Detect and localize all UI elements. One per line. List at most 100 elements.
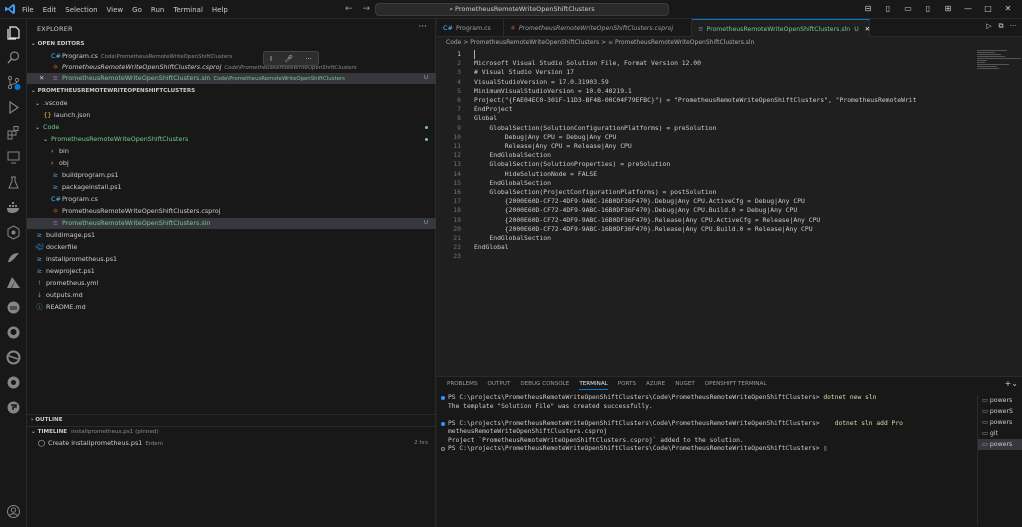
menu-run[interactable]: Run: [151, 6, 164, 14]
tab-openshift-terminal[interactable]: OPENSHIFT TERMINAL: [705, 381, 767, 390]
terminal-instance[interactable]: ▭ git: [978, 428, 1022, 439]
tree-file[interactable]: ↓ outputs.md: [27, 290, 436, 301]
openshift-serverless-icon[interactable]: [6, 400, 21, 415]
menu-edit[interactable]: Edit: [43, 6, 57, 14]
tree-file[interactable]: ≥ newproject.ps1: [27, 266, 436, 277]
breadcrumb-part[interactable]: PrometheusRemoteWriteOpenShiftClusters.s…: [615, 39, 754, 46]
minimize-icon[interactable]: —: [958, 2, 978, 16]
open-editors-header[interactable]: ⌄ OPEN EDITORS: [27, 39, 436, 50]
menu-help[interactable]: Help: [212, 6, 228, 14]
menu-go[interactable]: Go: [132, 6, 142, 14]
github-actions-icon[interactable]: [6, 250, 21, 265]
kubernetes-icon[interactable]: [6, 225, 21, 240]
terminal-output[interactable]: PS C:\projects\PrometheusRemoteWriteOpen…: [441, 394, 977, 454]
breadcrumb-part[interactable]: Code: [446, 39, 461, 46]
tree-file[interactable]: 🐳︎ dockerfile: [27, 242, 436, 253]
timeline-entry[interactable]: ◯ Create installprometheus.ps1 Erdem 2 hrs: [27, 438, 436, 449]
terminal-instance[interactable]: ▭ powers: [978, 439, 1022, 450]
close-tab-icon[interactable]: ✕: [865, 26, 870, 33]
tree-file[interactable]: C#Program.cs: [27, 194, 436, 205]
openshift-toolkit-icon[interactable]: [6, 375, 21, 390]
extensions-icon[interactable]: [6, 125, 21, 140]
docker-icon[interactable]: [6, 200, 21, 215]
run-debug-icon[interactable]: [6, 100, 21, 115]
tree-file[interactable]: ≥ buildprogram.ps1: [27, 170, 436, 181]
close-window-icon[interactable]: ✕: [998, 2, 1018, 16]
timeline-header[interactable]: ⌄ TIMELINE installprometheus.ps1 (pinned): [27, 426, 436, 437]
tab-csproj[interactable]: ⚛ PrometheusRemoteWriteOpenShiftClusters.…: [504, 19, 692, 37]
command-decoration-icon[interactable]: [441, 396, 445, 400]
split-editor-icon[interactable]: ⧉: [995, 22, 1007, 31]
tree-folder[interactable]: ⌄ .vscode: [27, 98, 436, 109]
open-editor-item[interactable]: C#Program.cs Code\PrometheusRemoteWriteOp…: [27, 51, 436, 62]
tab-ports[interactable]: PORTS: [618, 381, 636, 390]
code-editor[interactable]: 1 2 Microsoft Visual Studio Solution File,…: [437, 50, 977, 375]
maximize-icon[interactable]: □: [978, 2, 998, 16]
terminal-instance[interactable]: ▭ powers: [978, 417, 1022, 428]
menu-view[interactable]: View: [107, 6, 124, 14]
tree-file[interactable]: ! prometheus.yml: [27, 278, 436, 289]
editor-actions: ▷ ⧉ ···: [983, 22, 1019, 31]
tree-folder[interactable]: ⌄ Code: [27, 122, 436, 133]
tab-azure[interactable]: AZURE: [646, 381, 665, 390]
terminal-instance[interactable]: ▭ powers: [978, 395, 1022, 406]
tree-file[interactable]: ≥ packageinstall.ps1: [27, 182, 436, 193]
layout-icon[interactable]: ⊞: [938, 2, 958, 16]
github-icon[interactable]: [6, 325, 21, 340]
testing-icon[interactable]: [6, 175, 21, 190]
toggle-sidebar-icon[interactable]: ▯: [878, 2, 898, 16]
tree-file[interactable]: ⚛ PrometheusRemoteWriteOpenShiftClusters.…: [27, 206, 436, 217]
workspace-header[interactable]: ⌄ PROMETHEUSREMOTEWRITEOPENSHIFTCLUSTERS: [27, 86, 436, 97]
tree-folder[interactable]: › bin: [27, 146, 436, 157]
minimap[interactable]: [977, 50, 1022, 80]
tree-file[interactable]: {} launch.json: [27, 110, 436, 121]
ellipsis-icon[interactable]: ···: [305, 55, 312, 63]
tab-program-cs[interactable]: C# Program.cs: [437, 19, 504, 37]
chevron-down-icon[interactable]: ⌄: [1011, 379, 1018, 388]
tab-output[interactable]: OUTPUT: [488, 381, 511, 390]
tab-sln[interactable]: ≡ PrometheusRemoteWriteOpenShiftClusters.…: [692, 19, 870, 37]
toggle-panel-icon[interactable]: ▭: [898, 2, 918, 16]
source-control-icon[interactable]: [6, 75, 21, 90]
tree-folder[interactable]: ⌄ PrometheusRemoteWriteOpenShiftClusters: [27, 134, 436, 145]
explorer-icon[interactable]: [6, 25, 21, 40]
menu-selection[interactable]: Selection: [65, 6, 97, 14]
tree-file[interactable]: ≥ buildimage.ps1: [27, 230, 436, 241]
tab-nuget[interactable]: NUGET: [675, 381, 695, 390]
tab-debug-console[interactable]: DEBUG CONSOLE: [520, 381, 569, 390]
run-icon[interactable]: ▷: [983, 22, 995, 31]
nuget-icon[interactable]: [6, 300, 21, 315]
line-number: 4: [457, 77, 461, 86]
tree-file[interactable]: ⓘ README.md: [27, 302, 436, 313]
account-icon[interactable]: [6, 504, 21, 519]
remote-explorer-icon[interactable]: [6, 150, 21, 165]
tree-folder[interactable]: › obj: [27, 158, 436, 169]
outline-header[interactable]: › OUTLINE: [27, 414, 436, 425]
tree-file[interactable]: ≥ installprometheus.ps1: [27, 254, 436, 265]
more-actions-icon[interactable]: ···: [418, 22, 427, 32]
close-icon[interactable]: ✕: [39, 73, 51, 84]
command-decoration-icon[interactable]: [441, 447, 445, 451]
openshift-icon[interactable]: [6, 350, 21, 365]
copilot-icon[interactable]: ⊟: [858, 2, 878, 16]
search-view-icon[interactable]: [6, 50, 21, 65]
open-editor-item-active[interactable]: ✕ ≡ PrometheusRemoteWriteOpenShiftClusters…: [27, 73, 436, 84]
more-actions-icon[interactable]: ···: [1007, 22, 1019, 31]
breadcrumb-part[interactable]: PrometheusRemoteWriteOpenShiftClusters: [470, 39, 599, 46]
tab-problems[interactable]: PROBLEMS: [447, 381, 478, 390]
tree-file[interactable]: ≡ PrometheusRemoteWriteOpenShiftClusters.…: [27, 218, 436, 229]
tab-terminal[interactable]: TERMINAL: [579, 381, 608, 390]
open-editor-item[interactable]: ⚛ PrometheusRemoteWriteOpenShiftClusters.…: [27, 62, 436, 73]
terminal-instance[interactable]: ▭ powerS: [978, 406, 1022, 417]
terminal-icon: ▭: [982, 419, 988, 426]
back-arrow-icon[interactable]: ←: [345, 4, 353, 14]
command-center[interactable]: ⌕ PrometheusRemoteWriteOpenShiftClusters: [375, 3, 669, 16]
command-decoration-icon[interactable]: [441, 421, 445, 426]
azure-icon[interactable]: [6, 275, 21, 290]
menu-file[interactable]: File: [22, 6, 34, 14]
forward-arrow-icon[interactable]: →: [363, 4, 371, 14]
microphone-icon[interactable]: 🎤︎: [284, 55, 293, 63]
toggle-secondary-sidebar-icon[interactable]: ▯: [918, 2, 938, 16]
text-cursor-icon[interactable]: I: [270, 55, 272, 63]
menu-terminal[interactable]: Terminal: [173, 6, 203, 14]
